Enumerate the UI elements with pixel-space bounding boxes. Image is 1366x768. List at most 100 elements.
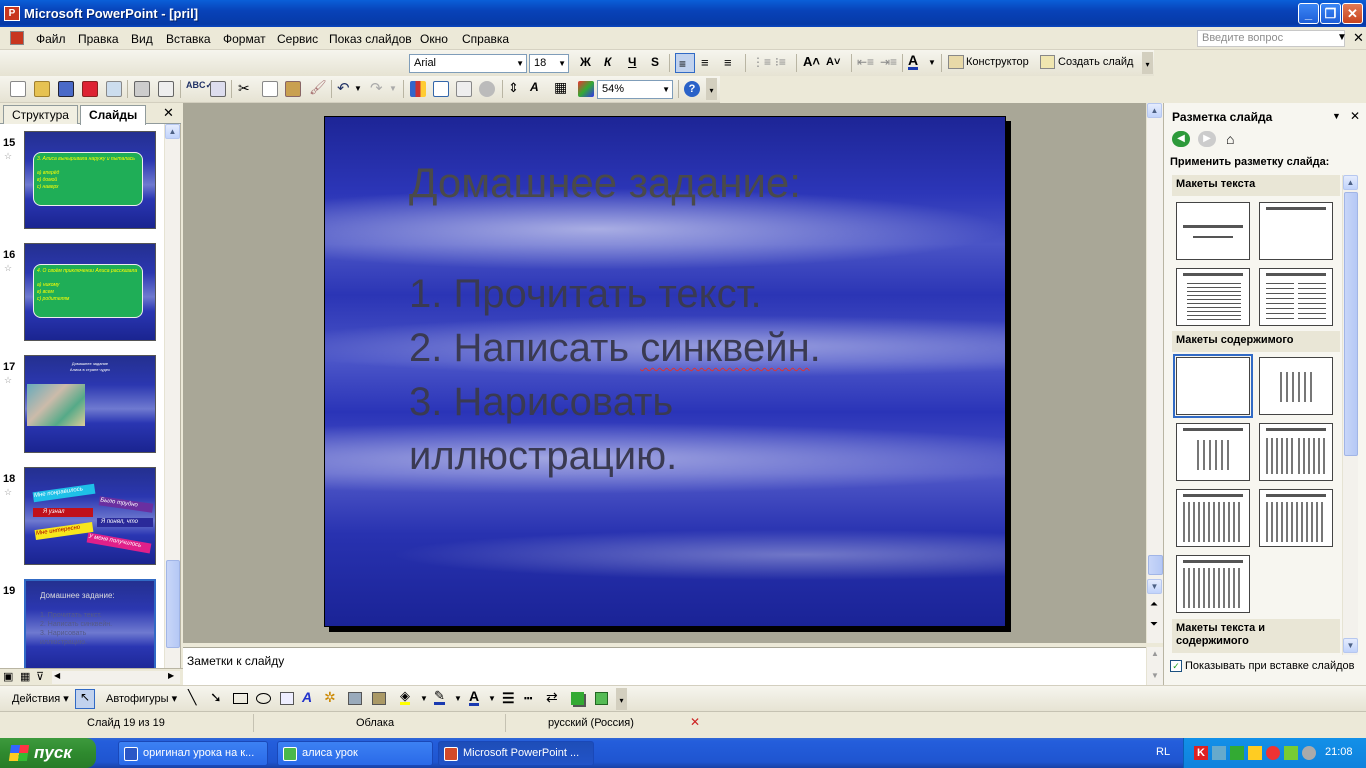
taskbar-word-document[interactable]: оригинал урока на к... [118,741,268,766]
layout-title-content-four[interactable] [1259,489,1333,547]
align-center-button[interactable]: ≡ [701,55,709,70]
layout-title-content-three[interactable] [1176,489,1250,547]
layout-title-only-center[interactable] [1176,202,1250,260]
expand-all-icon[interactable]: ⇕ [508,80,519,96]
slide-thumbnail-16[interactable]: 4. О своём приключении Алиса рассказала … [24,243,156,341]
slide-thumbnail-17[interactable]: Домашнее задание Алиса в стране чудес [24,355,156,453]
layout-title-content[interactable] [1176,423,1250,481]
chevron-down-icon[interactable]: ▼ [389,84,397,93]
chevron-down-icon[interactable]: ▼ [488,694,496,703]
previous-slide-icon[interactable]: ⏶ [1150,599,1158,610]
select-pointer-icon[interactable]: ↖ [75,689,95,709]
save-icon[interactable] [58,81,74,97]
scroll-down-icon[interactable]: ▼ [1147,579,1162,594]
thumbnails-scrollbar[interactable]: ▲ [164,124,180,668]
tables-borders-icon[interactable] [456,81,472,97]
chevron-down-icon[interactable]: ▼ [420,694,428,703]
bullets-icon[interactable]: ⁝≡ [775,55,786,69]
dash-style-icon[interactable]: ┅ [524,690,532,707]
shadow-style-icon[interactable] [571,692,584,705]
scroll-thumb[interactable] [1148,555,1163,575]
spelling-status-icon[interactable]: ✕ [690,715,700,729]
taskbar-powerpoint[interactable]: Microsoft PowerPoint ... [438,741,594,766]
powerpoint-app-icon[interactable]: P [4,6,20,21]
rectangle-tool-icon[interactable] [233,693,248,704]
layout-title-four-content[interactable] [1176,555,1250,613]
insert-table-icon[interactable] [433,81,449,97]
scroll-left-icon[interactable]: ◀ [54,671,60,680]
document-icon[interactable] [10,31,24,45]
line-color-icon[interactable]: ✎ [434,689,445,705]
chevron-down-icon[interactable]: ▼ [928,58,936,67]
layout-title-only[interactable] [1259,202,1333,260]
align-right-button[interactable]: ≡ [724,55,732,70]
font-color-icon[interactable]: A [469,689,480,706]
insert-picture-icon[interactable] [372,692,386,705]
print-preview-icon[interactable] [158,81,174,97]
tray-icon[interactable] [1302,746,1316,760]
3d-style-icon[interactable] [595,692,608,705]
scroll-thumb[interactable] [166,560,180,648]
insert-chart-icon[interactable] [410,81,426,97]
menu-file[interactable]: Файл [36,32,66,46]
fill-color-icon[interactable]: ◈ [400,689,410,705]
print-icon[interactable] [134,81,150,97]
tray-icon[interactable] [1284,746,1298,760]
tab-outline[interactable]: Структура [3,105,78,124]
menu-edit[interactable]: Правка [78,32,119,46]
minimize-button[interactable]: _ [1298,3,1319,24]
maximize-button[interactable]: ❐ [1320,3,1341,24]
close-button[interactable]: ✕ [1342,3,1363,24]
scroll-up-icon[interactable]: ▲ [165,124,180,139]
arrow-tool-icon[interactable]: ➘ [210,689,222,706]
scroll-up-icon[interactable]: ▲ [1147,103,1162,118]
menu-format[interactable]: Формат [223,32,266,46]
show-formatting-icon[interactable]: A [530,80,539,94]
scroll-thumb[interactable] [1344,192,1358,456]
forward-icon[interactable]: ▶ [1198,131,1216,147]
scroll-down-icon[interactable]: ▼ [1343,638,1358,653]
insert-clipart-icon[interactable] [479,81,495,97]
section-text-layouts[interactable]: Макеты текста [1172,175,1340,196]
layout-blank[interactable] [1173,354,1253,418]
language-status[interactable]: русский (Россия) [548,717,634,729]
start-button[interactable]: пуск [0,738,96,768]
chevron-down-icon[interactable]: ▼ [354,84,362,93]
font-color-icon[interactable]: A [908,53,919,70]
font-combo[interactable]: Arial ▼ [409,54,527,73]
underline-button[interactable]: Ч [628,55,636,69]
tray-icon[interactable] [1248,746,1262,760]
color-grayscale-icon[interactable] [578,81,594,97]
shadow-button[interactable]: S [651,55,659,69]
format-painter-icon[interactable]: 🖌 [309,79,327,96]
home-icon[interactable]: ⌂ [1226,131,1234,147]
help-icon[interactable]: ? [684,81,700,97]
copy-icon[interactable] [262,81,278,97]
new-slide-button[interactable]: Создать слайд [1058,56,1133,68]
chevron-down-icon[interactable]: ▼ [454,694,462,703]
tab-slides[interactable]: Слайды [80,105,147,125]
scroll-up-icon[interactable]: ▲ [1343,175,1358,190]
horizontal-scrollbar[interactable]: ◀ ▶ [52,671,180,684]
back-icon[interactable]: ◀ [1172,131,1190,147]
bold-button[interactable]: Ж [580,55,591,69]
arrow-style-icon[interactable]: ⇄ [546,689,558,706]
font-size-combo[interactable]: 18 ▼ [529,54,569,73]
toolbar-options-icon[interactable]: ▾ [706,78,717,100]
slide-vertical-scrollbar[interactable]: ▲ ▼ ⏶ ⏷ [1146,103,1163,643]
slide-thumbnail-18[interactable]: Мне понравилось Было трудно Я узнал Я по… [24,467,156,565]
undo-icon[interactable]: ↶ [337,79,350,97]
slide-body-text[interactable]: 1. Прочитать текст. 2. Написать синквейн… [409,267,889,483]
research-icon[interactable] [210,81,226,97]
task-pane-scrollbar[interactable]: ▲ ▼ [1342,175,1358,655]
open-folder-icon[interactable] [34,81,50,97]
show-on-insert-checkbox[interactable]: ✓ [1170,660,1182,672]
menu-insert[interactable]: Вставка [166,32,211,46]
menu-tools[interactable]: Сервис [277,32,318,46]
email-icon[interactable] [106,81,122,97]
redo-icon[interactable]: ↷ [370,79,383,97]
menu-view[interactable]: Вид [131,32,153,46]
toolbar-options-icon[interactable]: ▾ [616,688,627,710]
scroll-down-icon[interactable]: ▼ [1151,671,1159,680]
close-icon[interactable]: ✕ [1350,109,1360,123]
